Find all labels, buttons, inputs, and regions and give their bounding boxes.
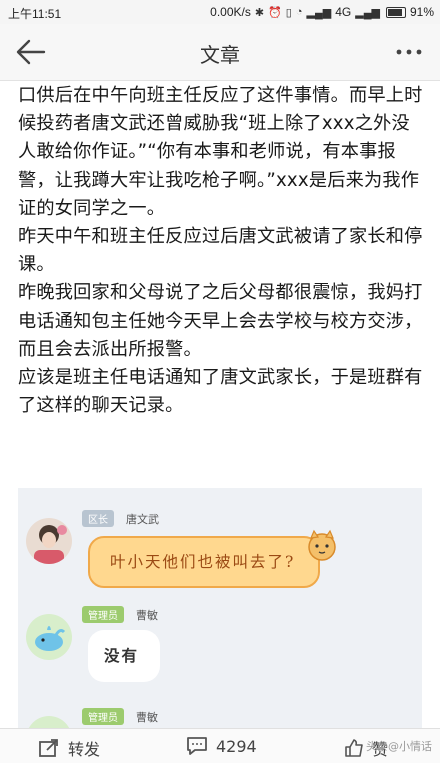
vibrate-icon: ▯ xyxy=(285,6,292,19)
network-speed: 0.00K/s xyxy=(210,5,251,19)
battery-icon xyxy=(385,6,406,18)
member-name: 曹敏 xyxy=(136,609,158,622)
repost-icon xyxy=(39,739,58,757)
repost-label: 转发 xyxy=(68,740,101,759)
comment-icon xyxy=(187,737,207,755)
wifi-icon: ◔ xyxy=(295,6,303,18)
status-time: 上午11:51 xyxy=(8,7,62,21)
repost-button[interactable]: 转发 xyxy=(38,736,100,760)
bluetooth-icon: ✱ xyxy=(254,6,265,19)
member-name: 曹敏 xyxy=(136,711,158,724)
avatar xyxy=(26,518,72,564)
cat-sticker-icon xyxy=(308,529,336,561)
article-paragraph: 口供后在中午向班主任反应了这件事情。而早上时候投药者唐文武还曾威胁我“班上除了x… xyxy=(18,85,423,219)
watermark: 头条@小情话 xyxy=(366,740,432,753)
article-paragraph: 应该是班主任电话通知了唐文武家长，于是班群有了这样的聊天记录。 xyxy=(18,367,423,417)
article-body: 口供后在中午向班主任反应了这件事情。而早上时候投药者唐文武还曾威胁我“班上除了x… xyxy=(18,82,428,420)
bottom-action-bar: 转发 4294 赞 头条@小情话 xyxy=(0,728,440,763)
article-paragraph: 昨晚我回家和父母说了之后父母都很震惊，我妈打电话通知包主任她今天早上会去学校与校… xyxy=(18,282,423,360)
page-title: 文章 xyxy=(200,43,240,67)
signal-bars-icon: ▂▄▆ xyxy=(355,6,380,19)
member-tag: 管理员 xyxy=(82,708,124,725)
status-bar: 上午11:51 0.00K/s ✱ ⏰ ▯ ◔ ▂▄▆ 4G ▂▄▆ 91% xyxy=(0,0,440,24)
chat-message: 管理员 曹敏 xyxy=(18,702,422,728)
status-indicators: 0.00K/s ✱ ⏰ ▯ ◔ ▂▄▆ 4G ▂▄▆ 91% xyxy=(210,5,434,19)
network-type: 4G xyxy=(335,5,352,19)
alarm-icon: ⏰ xyxy=(268,6,282,19)
chat-message: 区长 唐文武 叶小天他们也被叫去了? xyxy=(18,504,422,604)
battery-level: 91% xyxy=(409,5,434,19)
chat-bubble: 没有 xyxy=(88,630,160,682)
thumbs-up-icon xyxy=(345,739,363,757)
more-dots-icon xyxy=(396,49,422,55)
chat-message: 管理员 曹敏 没有 xyxy=(18,600,422,700)
member-tag: 管理员 xyxy=(82,606,124,623)
comment-count: 4294 xyxy=(216,736,257,756)
article-paragraph: 昨天中午和班主任反应过后唐文武被请了家长和停课。 xyxy=(18,226,423,276)
member-name: 唐文武 xyxy=(126,513,159,526)
more-button[interactable] xyxy=(392,38,426,66)
avatar xyxy=(26,716,72,728)
nav-bar: 文章 xyxy=(0,24,440,81)
signal-icon: ▂▄▆ xyxy=(306,6,332,19)
chat-bubble: 叶小天他们也被叫去了? xyxy=(88,536,320,588)
avatar xyxy=(26,614,72,660)
chat-screenshot: 区长 唐文武 叶小天他们也被叫去了? 管理员 曹敏 没有 管理员 曹敏 xyxy=(18,488,422,728)
member-tag: 区长 xyxy=(82,510,114,527)
comment-button[interactable]: 4294 xyxy=(186,736,257,756)
